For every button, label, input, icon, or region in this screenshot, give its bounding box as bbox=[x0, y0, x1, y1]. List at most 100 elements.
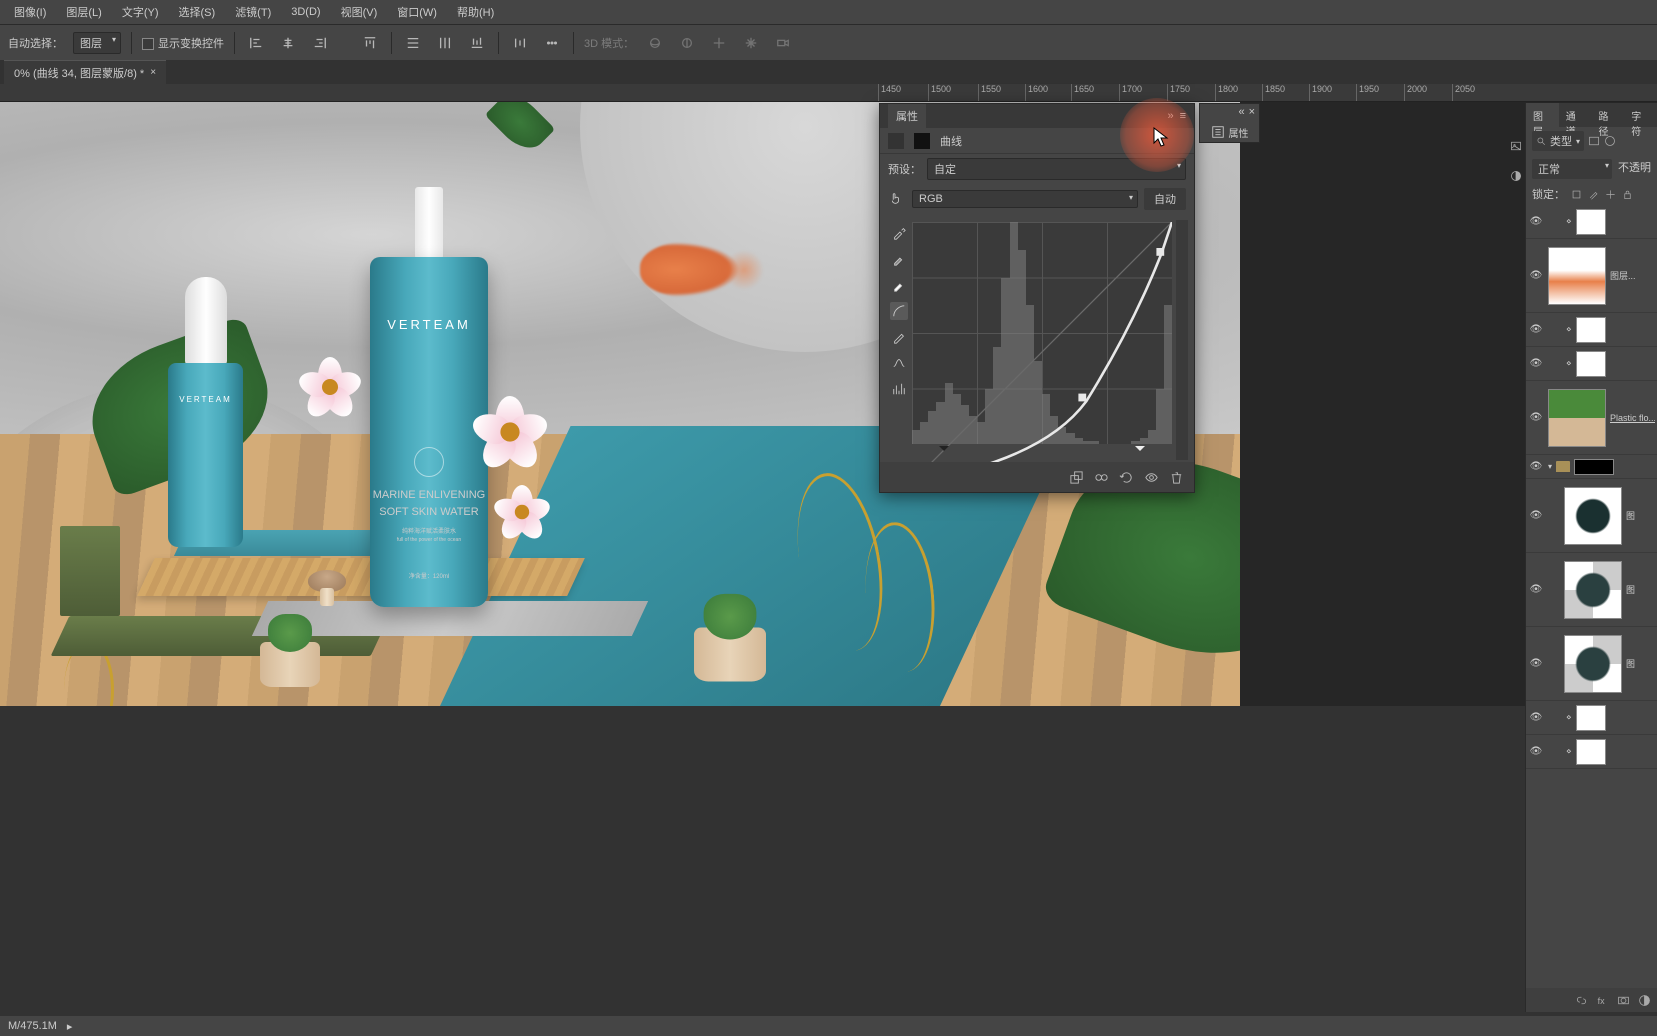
menu-help[interactable]: 帮助(H) bbox=[449, 0, 502, 24]
distribute-vcenter-icon[interactable] bbox=[434, 32, 456, 54]
pencil-curve-icon[interactable] bbox=[890, 328, 908, 346]
reset-icon[interactable] bbox=[1119, 470, 1134, 485]
histogram-toggle-icon[interactable] bbox=[890, 380, 908, 398]
layer-thumbnail[interactable] bbox=[1564, 487, 1622, 545]
layer-row[interactable]: 👁 ⋄ bbox=[1526, 205, 1657, 239]
layer-thumbnail[interactable] bbox=[1576, 705, 1606, 731]
visibility-toggle[interactable]: 👁 bbox=[1528, 746, 1544, 757]
layer-mask-icon[interactable] bbox=[1617, 994, 1630, 1007]
align-top-icon[interactable] bbox=[359, 32, 381, 54]
properties-panel[interactable]: 属性 » ≡ 曲线 预设： 自定 RGB 自动 bbox=[879, 103, 1195, 493]
layer-row[interactable]: 👁 ⋄ bbox=[1526, 347, 1657, 381]
smooth-curve-icon[interactable] bbox=[890, 354, 908, 372]
visibility-toggle[interactable]: 👁 bbox=[1528, 270, 1544, 281]
visibility-toggle[interactable]: 👁 bbox=[1528, 216, 1544, 227]
layer-row[interactable]: 👁 ⋄ bbox=[1526, 313, 1657, 347]
menu-select[interactable]: 选择(S) bbox=[171, 0, 224, 24]
tab-paths[interactable]: 路径 bbox=[1592, 103, 1625, 127]
adjustment-panel-icon[interactable] bbox=[1510, 170, 1522, 182]
layer-row[interactable]: 👁 图 bbox=[1526, 479, 1657, 553]
visibility-toggle[interactable]: 👁 bbox=[1528, 358, 1544, 369]
finger-tool-icon[interactable] bbox=[888, 191, 906, 208]
distribute-bottom-icon[interactable] bbox=[466, 32, 488, 54]
panel-header[interactable]: 属性 » ≡ bbox=[880, 104, 1194, 128]
panel-menu-icon[interactable]: ≡ bbox=[1180, 110, 1186, 122]
menu-type[interactable]: 文字(Y) bbox=[114, 0, 167, 24]
visibility-icon[interactable] bbox=[1144, 470, 1159, 485]
more-options-icon[interactable] bbox=[541, 32, 563, 54]
layer-thumbnail[interactable] bbox=[1576, 209, 1606, 235]
show-transform-checkbox[interactable]: 显示变换控件 bbox=[142, 35, 224, 51]
layer-row[interactable]: 👁 图层... bbox=[1526, 239, 1657, 313]
layer-thumbnail[interactable] bbox=[1564, 561, 1622, 619]
visibility-toggle[interactable]: 👁 bbox=[1528, 461, 1544, 472]
distribute-h-icon[interactable] bbox=[509, 32, 531, 54]
layers-panel[interactable]: 图层 通道 路径 字符 类型 ▾ 正常 不透明 锁定： 👁 ⋄ 👁 图层.. bbox=[1525, 103, 1657, 1012]
layer-row[interactable]: 👁 图 bbox=[1526, 553, 1657, 627]
layer-thumbnail[interactable] bbox=[1576, 351, 1606, 377]
layer-thumbnail[interactable] bbox=[1548, 247, 1606, 305]
canvas-area[interactable]: VERTEAM MARINE ENLIVENING SOFT SKIN WATE… bbox=[0, 102, 1657, 706]
new-adjustment-icon[interactable] bbox=[1638, 994, 1651, 1007]
preset-select[interactable]: 自定 bbox=[927, 158, 1186, 180]
filter-image-icon[interactable] bbox=[1588, 135, 1600, 147]
clip-to-layer-icon[interactable] bbox=[1069, 470, 1084, 485]
menu-window[interactable]: 窗口(W) bbox=[389, 0, 445, 24]
layer-filter-type[interactable]: 类型 ▾ bbox=[1532, 131, 1584, 151]
tab-layers[interactable]: 图层 bbox=[1526, 103, 1559, 127]
adjustments-icon[interactable] bbox=[1211, 125, 1225, 139]
lock-transparent-icon[interactable] bbox=[1571, 189, 1582, 200]
layer-thumbnail[interactable] bbox=[1564, 635, 1622, 693]
distribute-top-icon[interactable] bbox=[402, 32, 424, 54]
eyedropper-black-icon[interactable] bbox=[890, 224, 908, 242]
layer-thumbnail[interactable] bbox=[1576, 739, 1606, 765]
properties-tab[interactable]: 属性 bbox=[888, 104, 926, 128]
tab-char[interactable]: 字符 bbox=[1624, 103, 1657, 127]
lock-pixels-icon[interactable] bbox=[1588, 189, 1599, 200]
curve-edit-icon[interactable] bbox=[890, 302, 908, 320]
group-mask-thumbnail[interactable] bbox=[1574, 459, 1614, 475]
channel-select[interactable]: RGB bbox=[912, 190, 1138, 208]
eyedropper-white-icon[interactable] bbox=[890, 276, 908, 294]
visibility-toggle[interactable]: 👁 bbox=[1528, 658, 1544, 669]
align-center-h-icon[interactable] bbox=[277, 32, 299, 54]
lock-all-icon[interactable] bbox=[1622, 189, 1633, 200]
input-slider[interactable] bbox=[944, 446, 1140, 460]
filter-adjust-icon[interactable] bbox=[1604, 135, 1616, 147]
eyedropper-gray-icon[interactable] bbox=[890, 250, 908, 268]
visibility-toggle[interactable]: 👁 bbox=[1528, 412, 1544, 423]
layer-row[interactable]: 👁 Plastic flo... bbox=[1526, 381, 1657, 455]
menu-3d[interactable]: 3D(D) bbox=[283, 2, 328, 22]
auto-select-target[interactable]: 图层 bbox=[73, 32, 121, 54]
blend-mode-select[interactable]: 正常 bbox=[1532, 159, 1612, 179]
menu-filter[interactable]: 滤镜(T) bbox=[227, 0, 279, 24]
close-tab-icon[interactable]: × bbox=[150, 67, 156, 78]
visibility-toggle[interactable]: 👁 bbox=[1528, 584, 1544, 595]
horizontal-ruler[interactable]: 1450 1500 1550 1600 1650 1700 1750 1800 … bbox=[0, 84, 1657, 102]
layer-row[interactable]: 👁 图 bbox=[1526, 627, 1657, 701]
visibility-toggle[interactable]: 👁 bbox=[1528, 510, 1544, 521]
menu-image[interactable]: 图像(I) bbox=[6, 0, 54, 24]
group-collapse-icon[interactable]: ▾ bbox=[1548, 462, 1552, 471]
secondary-panel-label[interactable]: 属性 bbox=[1229, 125, 1249, 140]
auto-button[interactable]: 自动 bbox=[1144, 188, 1186, 210]
visibility-toggle[interactable]: 👁 bbox=[1528, 324, 1544, 335]
menu-view[interactable]: 视图(V) bbox=[333, 0, 386, 24]
panel-scrollbar[interactable] bbox=[1176, 220, 1188, 460]
layer-row[interactable]: 👁 ⋄ bbox=[1526, 701, 1657, 735]
menu-layer[interactable]: 图层(L) bbox=[58, 0, 109, 24]
layer-group-row[interactable]: 👁 ▾ bbox=[1526, 455, 1657, 479]
view-previous-icon[interactable] bbox=[1094, 470, 1109, 485]
expand-icon[interactable]: « bbox=[1238, 106, 1244, 114]
layer-thumbnail[interactable] bbox=[1548, 389, 1606, 447]
align-left-icon[interactable] bbox=[245, 32, 267, 54]
close-icon[interactable]: × bbox=[1249, 106, 1255, 114]
layer-fx-icon[interactable]: fx bbox=[1596, 994, 1609, 1007]
curves-graph[interactable] bbox=[912, 222, 1172, 444]
layer-list[interactable]: 👁 ⋄ 👁 图层... 👁 ⋄ 👁 ⋄ 👁 Plastic flo... 👁 ▾ bbox=[1526, 205, 1657, 769]
layer-thumbnail[interactable] bbox=[1576, 317, 1606, 343]
status-chevron-icon[interactable]: ▸ bbox=[67, 1020, 73, 1033]
lock-position-icon[interactable] bbox=[1605, 189, 1616, 200]
visibility-toggle[interactable]: 👁 bbox=[1528, 712, 1544, 723]
image-panel-icon[interactable] bbox=[1510, 140, 1522, 152]
